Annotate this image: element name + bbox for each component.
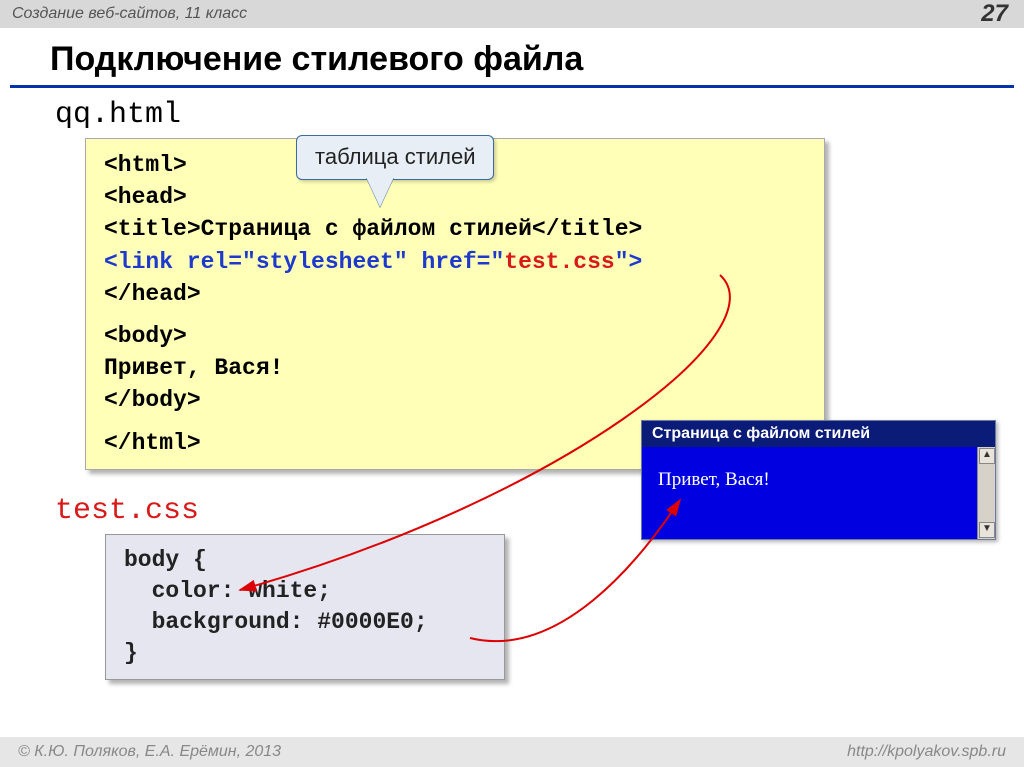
css-line: color: white;	[124, 576, 486, 607]
copyright: © К.Ю. Поляков, Е.А. Ерёмин, 2013	[18, 743, 281, 761]
page-number: 27	[981, 0, 1008, 28]
code-line: <body>	[104, 320, 806, 352]
course-label: Создание веб-сайтов, 11 класс	[12, 5, 247, 23]
code-line: <title>Страница с файлом стилей</title>	[104, 213, 806, 245]
footer-url: http://kpolyakov.spb.ru	[847, 743, 1006, 761]
css-code-box: body { color: white; background: #0000E0…	[105, 534, 505, 680]
header-bar: Создание веб-сайтов, 11 класс	[0, 0, 1024, 28]
code-line: Привет, Вася!	[104, 352, 806, 384]
footer-bar: © К.Ю. Поляков, Е.А. Ерёмин, 2013 http:/…	[0, 737, 1024, 767]
callout-tail	[366, 177, 394, 207]
css-line: background: #0000E0;	[124, 607, 486, 638]
css-line: body {	[124, 545, 486, 576]
browser-text: Привет, Вася!	[658, 469, 770, 490]
scrollbar[interactable]: ▲ ▼	[977, 447, 995, 539]
browser-body: Привет, Вася! ▲ ▼	[642, 447, 995, 539]
html-filename: qq.html	[55, 98, 984, 132]
code-line-link: <link rel="stylesheet" href="test.css">	[104, 246, 806, 278]
code-line: </head>	[104, 278, 806, 310]
code-line: <head>	[104, 181, 806, 213]
scroll-down-icon[interactable]: ▼	[979, 522, 995, 538]
callout-stylesheet: таблица стилей	[296, 135, 494, 180]
browser-titlebar: Страница с файлом стилей	[642, 421, 995, 447]
scroll-up-icon[interactable]: ▲	[979, 448, 995, 464]
code-line: </body>	[104, 384, 806, 416]
css-line: }	[124, 638, 486, 669]
browser-preview: Страница с файлом стилей Привет, Вася! ▲…	[641, 420, 996, 540]
slide-title: Подключение стилевого файла	[10, 28, 1014, 88]
